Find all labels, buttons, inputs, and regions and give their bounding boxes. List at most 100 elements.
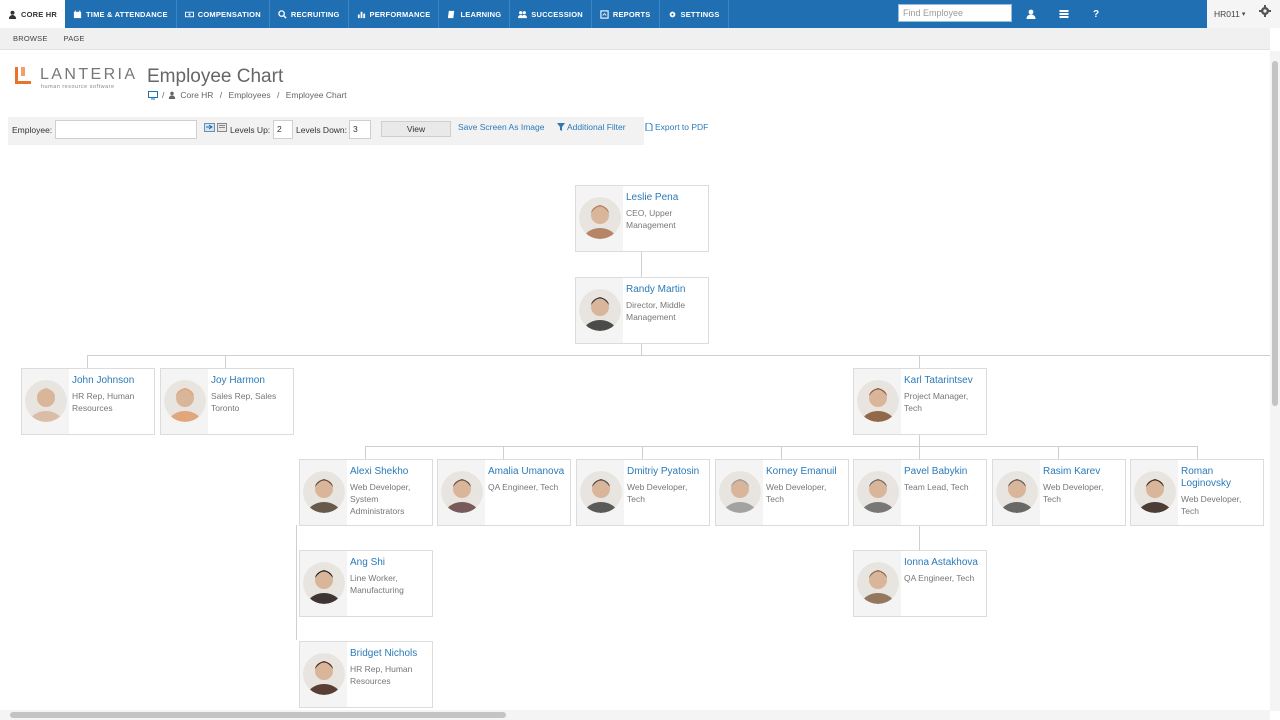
employee-name[interactable]: Amalia Umanova	[488, 466, 570, 478]
avatar[interactable]	[857, 380, 899, 422]
employee-name[interactable]: Karl Tatarintsev	[904, 375, 986, 387]
search-icon	[278, 9, 287, 19]
employee-name[interactable]: Alexi Shekho	[350, 466, 432, 478]
avatar[interactable]	[441, 471, 483, 513]
avatar[interactable]	[719, 471, 761, 513]
avatar[interactable]	[579, 197, 621, 239]
employee-title-line: System	[350, 494, 379, 504]
horizontal-scrollbar[interactable]	[0, 710, 1270, 720]
employee-input[interactable]	[55, 120, 197, 139]
page-header: LANTERIA human resource software Employe…	[0, 51, 1270, 111]
filter-bar: Employee: Levels Up: 2 Levels Down: 3 Vi…	[8, 117, 708, 145]
profile-button[interactable]	[1017, 0, 1045, 28]
employee-title-line: Web Developer,	[766, 482, 827, 492]
employee-card[interactable]: Ang Shi Line Worker, Manufacturing	[299, 550, 433, 617]
connector	[503, 446, 504, 459]
address-book-icon[interactable]	[217, 123, 227, 132]
employee-card[interactable]: Bridget Nichols HR Rep, Human Resources	[299, 641, 433, 708]
monitor-icon[interactable]	[148, 90, 158, 100]
vertical-scroll-thumb[interactable]	[1272, 61, 1278, 406]
select-people-icon[interactable]	[204, 123, 215, 132]
avatar[interactable]	[579, 289, 621, 331]
employee-card[interactable]: Ionna Astakhova QA Engineer, Tech	[853, 550, 987, 617]
list-icon	[1059, 10, 1069, 18]
tab-browse[interactable]: BROWSE	[13, 34, 48, 43]
avatar[interactable]	[996, 471, 1038, 513]
employee-name[interactable]: John Johnson	[72, 375, 154, 387]
employee-card[interactable]: Alexi Shekho Web Developer, System Administ…	[299, 459, 433, 526]
avatar[interactable]	[303, 653, 345, 695]
employee-name[interactable]: Pavel Babykin	[904, 466, 986, 478]
tab-page[interactable]: PAGE	[64, 34, 85, 43]
nav-core-hr[interactable]: CORE HR	[0, 0, 65, 28]
employee-card[interactable]: Pavel Babykin Team Lead, Tech	[853, 459, 987, 526]
save-screen-as-image-link[interactable]: Save Screen As Image	[458, 122, 544, 132]
nav-performance[interactable]: PERFORMANCE	[349, 0, 440, 28]
employee-card[interactable]: Amalia Umanova QA Engineer, Tech	[437, 459, 571, 526]
employee-card[interactable]: Karl Tatarintsev Project Manager, Tech	[853, 368, 987, 435]
gear-icon	[669, 11, 675, 17]
breadcrumb-core-hr[interactable]: Core HR	[180, 90, 213, 100]
employee-title: HR Rep, Human Resources	[72, 390, 154, 414]
avatar[interactable]	[303, 471, 345, 513]
employee-name[interactable]: Bridget Nichols	[350, 648, 432, 660]
employee-name[interactable]: Leslie Pena	[626, 192, 708, 204]
view-button[interactable]: View	[381, 121, 451, 137]
horizontal-scroll-thumb[interactable]	[10, 712, 506, 718]
employee-title: Web Developer, Tech	[766, 481, 848, 505]
employee-card[interactable]: Randy Martin Director, Middle Management	[575, 277, 709, 344]
employee-name[interactable]: Ang Shi	[350, 557, 432, 569]
employee-name[interactable]: Randy Martin	[626, 284, 708, 296]
levels-up-input[interactable]: 2	[273, 120, 293, 139]
help-button[interactable]: ?	[1082, 0, 1110, 28]
avatar[interactable]	[1134, 471, 1176, 513]
list-button[interactable]	[1050, 0, 1078, 28]
employee-card[interactable]: Joy Harmon Sales Rep, Sales Toronto	[160, 368, 294, 435]
employee-card[interactable]: Korney Emanuil Web Developer, Tech	[715, 459, 849, 526]
employee-name[interactable]: Ionna Astakhova	[904, 557, 986, 569]
employee-card[interactable]: John Johnson HR Rep, Human Resources	[21, 368, 155, 435]
nav-learning[interactable]: LEARNING	[439, 0, 511, 28]
nav-compensation[interactable]: COMPENSATION	[177, 0, 270, 28]
employee-name[interactable]: Roman Loginovsky	[1181, 466, 1263, 490]
lanteria-logo[interactable]: LANTERIA human resource software	[12, 65, 142, 93]
avatar[interactable]	[580, 471, 622, 513]
gear-icon[interactable]	[1259, 5, 1271, 17]
employee-card[interactable]: Rasim Karev Web Developer, Tech	[992, 459, 1126, 526]
nav-label: RECRUITING	[290, 9, 340, 19]
connector	[87, 355, 1270, 356]
nav-recruiting[interactable]: RECRUITING	[270, 0, 349, 28]
employee-name[interactable]: Dmitriy Pyatosin	[627, 466, 709, 478]
vertical-scrollbar[interactable]	[1270, 51, 1280, 711]
ribbon-tabs: BROWSE PAGE	[0, 28, 1270, 50]
employee-title: Project Manager, Tech	[904, 390, 986, 414]
employee-card[interactable]: Dmitriy Pyatosin Web Developer, Tech	[576, 459, 710, 526]
logo-tagline: human resource software	[41, 84, 115, 90]
nav-time-attendance[interactable]: TIME & ATTENDANCE	[65, 0, 177, 28]
employee-name[interactable]: Rasim Karev	[1043, 466, 1125, 478]
additional-filter-link[interactable]: Additional Filter	[557, 122, 626, 132]
nav-settings[interactable]: SETTINGS	[660, 0, 729, 28]
employee-title-line: Sales Rep, Sales	[211, 391, 277, 401]
connector	[919, 434, 920, 446]
breadcrumb-employees[interactable]: Employees	[229, 90, 271, 100]
nav-succession[interactable]: SUCCESSION	[510, 0, 592, 28]
employee-name[interactable]: Joy Harmon	[211, 375, 293, 387]
employee-title-line: Team Lead, Tech	[904, 482, 969, 492]
connector	[87, 355, 88, 368]
employee-title-line: CEO, Upper	[626, 208, 673, 218]
avatar[interactable]	[857, 562, 899, 604]
employee-card[interactable]: Roman Loginovsky Web Developer, Tech	[1130, 459, 1264, 526]
avatar[interactable]	[164, 380, 206, 422]
avatar[interactable]	[25, 380, 67, 422]
employee-name[interactable]: Korney Emanuil	[766, 466, 848, 478]
nav-reports[interactable]: REPORTS	[592, 0, 660, 28]
logo-wordmark: LANTERIA	[40, 66, 138, 83]
levels-down-input[interactable]: 3	[349, 120, 371, 139]
logo-mark-icon	[15, 67, 31, 84]
avatar[interactable]	[303, 562, 345, 604]
avatar[interactable]	[857, 471, 899, 513]
employee-card[interactable]: Leslie Pena CEO, Upper Management	[575, 185, 709, 252]
find-employee-input[interactable]: Find Employee	[898, 4, 1012, 22]
export-to-pdf-link[interactable]: Export to PDF	[645, 122, 708, 132]
